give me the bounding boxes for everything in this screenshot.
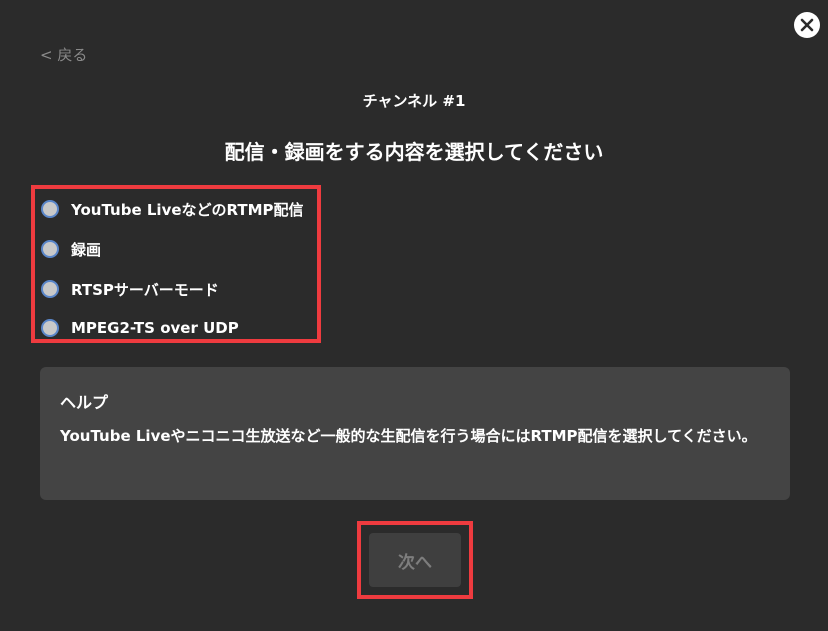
option-rtsp-server[interactable]: RTSPサーバーモード <box>41 277 219 301</box>
option-mpeg2ts-udp[interactable]: MPEG2-TS over UDP <box>41 316 239 340</box>
close-icon <box>800 18 814 32</box>
channel-setup-dialog: < 戻る チャンネル #1 配信・録画をする内容を選択してください YouTub… <box>0 0 828 631</box>
radio-button[interactable] <box>41 319 59 337</box>
option-list-highlight: YouTube LiveなどのRTMP配信 録画 RTSPサーバーモード MPE… <box>31 185 321 343</box>
help-panel: ヘルプ YouTube Liveやニコニコ生放送など一般的な生配信を行う場合には… <box>40 367 790 500</box>
radio-button[interactable] <box>41 240 59 258</box>
option-label: 録画 <box>71 240 102 259</box>
next-button-highlight: 次へ <box>357 521 473 599</box>
radio-button[interactable] <box>41 200 59 218</box>
back-link[interactable]: < 戻る <box>40 44 87 65</box>
help-text: YouTube Liveやニコニコ生放送など一般的な生配信を行う場合にはRTMP… <box>60 427 757 445</box>
option-label: RTSPサーバーモード <box>71 280 219 299</box>
next-button[interactable]: 次へ <box>369 533 461 587</box>
close-button[interactable] <box>794 12 820 38</box>
page-title: 配信・録画をする内容を選択してください <box>224 140 604 164</box>
option-recording[interactable]: 録画 <box>41 237 101 261</box>
radio-button[interactable] <box>41 280 59 298</box>
channel-title: チャンネル #1 <box>362 92 466 110</box>
option-label: MPEG2-TS over UDP <box>71 319 239 337</box>
option-label: YouTube LiveなどのRTMP配信 <box>71 200 304 219</box>
option-rtmp[interactable]: YouTube LiveなどのRTMP配信 <box>41 197 304 221</box>
help-title: ヘルプ <box>60 393 109 412</box>
